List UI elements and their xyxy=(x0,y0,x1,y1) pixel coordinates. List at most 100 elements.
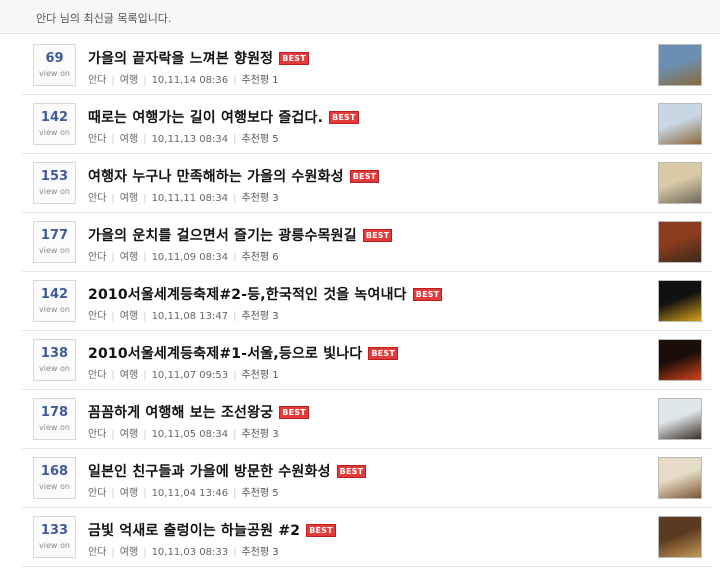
post-title-row: 일본인 친구들과 가을에 방문한 수원화성 BEST xyxy=(88,461,367,481)
view-count: 177 xyxy=(40,228,69,243)
post-date: 10,11,08 13:47 xyxy=(151,311,229,322)
post-meta: 안다 | 여행 | 10,11,03 08:33 | 추천평 3 xyxy=(88,543,279,558)
meta-divider: | xyxy=(143,429,147,440)
list-item[interactable]: 138 view on 2010서울세계등축제#1-서울,등으로 빛나다 BEST… xyxy=(22,331,712,390)
post-category[interactable]: 여행 xyxy=(120,311,138,322)
post-author[interactable]: 안다 xyxy=(88,252,106,263)
post-thumbnail[interactable] xyxy=(658,339,702,381)
view-on-label: view on xyxy=(39,69,70,78)
post-list: 69 view on 가을의 끝자락을 느껴본 향원정 BEST 안다 | 여행 | 10… xyxy=(22,36,712,567)
post-thumbnail[interactable] xyxy=(658,44,702,86)
post-category[interactable]: 여행 xyxy=(120,429,138,440)
post-title-row: 때로는 여행가는 길이 여행보다 즐겁다. BEST xyxy=(88,107,359,127)
list-item[interactable]: 153 view on 여행자 누구나 만족해하는 가을의 수원화성 BEST 안… xyxy=(22,154,712,213)
post-thumbnail[interactable] xyxy=(658,457,702,499)
recommend-label: 추천평 xyxy=(241,252,270,263)
post-thumbnail[interactable] xyxy=(658,516,702,558)
list-item[interactable]: 133 view on 금빛 억새로 출렁이는 하늘공원 #2 BEST 안다 | 여… xyxy=(22,508,712,567)
best-badge: BEST xyxy=(336,465,367,478)
list-item[interactable]: 142 view on 때로는 여행가는 길이 여행보다 즐겁다. BEST 안다… xyxy=(22,95,712,154)
post-title-link[interactable]: 때로는 여행가는 길이 여행보다 즐겁다. xyxy=(88,110,323,126)
post-category[interactable]: 여행 xyxy=(120,370,138,381)
post-thumbnail[interactable] xyxy=(658,280,702,322)
post-title-link[interactable]: 일본인 친구들과 가을에 방문한 수원화성 xyxy=(88,464,331,480)
meta-divider: | xyxy=(233,75,237,86)
view-count: 142 xyxy=(40,287,69,302)
post-author[interactable]: 안다 xyxy=(88,134,106,145)
list-item[interactable]: 177 view on 가을의 운치를 걸으면서 즐기는 광릉수목원길 BEST … xyxy=(22,213,712,272)
view-count-box: 142 view on xyxy=(33,280,76,322)
post-date: 10,11,03 08:33 xyxy=(151,547,229,558)
list-item[interactable]: 142 view on 2010서울세계등축제#2-등,한국적인 것을 녹여내다… xyxy=(22,272,712,331)
post-meta: 안다 | 여행 | 10,11,09 08:34 | 추천평 6 xyxy=(88,248,279,263)
recommend-count: 1 xyxy=(272,370,279,381)
recommend-label: 추천평 xyxy=(241,75,270,86)
meta-divider: | xyxy=(143,370,147,381)
meta-divider: | xyxy=(111,134,115,145)
post-category[interactable]: 여행 xyxy=(120,252,138,263)
post-category[interactable]: 여행 xyxy=(120,547,138,558)
post-meta: 안다 | 여행 | 10,11,08 13:47 | 추천평 3 xyxy=(88,307,279,322)
post-meta: 안다 | 여행 | 10,11,07 09:53 | 추천평 1 xyxy=(88,366,279,381)
view-count: 69 xyxy=(45,51,64,66)
post-author[interactable]: 안다 xyxy=(88,547,106,558)
post-meta: 안다 | 여행 | 10,11,04 13:46 | 추천평 5 xyxy=(88,484,279,499)
post-thumbnail[interactable] xyxy=(658,103,702,145)
post-author[interactable]: 안다 xyxy=(88,488,106,499)
post-title-link[interactable]: 여행자 누구나 만족해하는 가을의 수원화성 xyxy=(88,169,344,185)
post-category[interactable]: 여행 xyxy=(120,75,138,86)
post-date: 10,11,05 08:34 xyxy=(151,429,229,440)
view-on-label: view on xyxy=(39,128,70,137)
post-author[interactable]: 안다 xyxy=(88,370,106,381)
post-author[interactable]: 안다 xyxy=(88,193,106,204)
recommend-count: 5 xyxy=(272,134,279,145)
post-category[interactable]: 여행 xyxy=(120,193,138,204)
post-date: 10,11,07 09:53 xyxy=(151,370,229,381)
view-count-box: 142 view on xyxy=(33,103,76,145)
post-author[interactable]: 안다 xyxy=(88,75,106,86)
meta-divider: | xyxy=(143,134,147,145)
post-category[interactable]: 여행 xyxy=(120,488,138,499)
post-category[interactable]: 여행 xyxy=(120,134,138,145)
view-count: 153 xyxy=(40,169,69,184)
post-title-link[interactable]: 가을의 운치를 걸으면서 즐기는 광릉수목원길 xyxy=(88,228,357,244)
meta-divider: | xyxy=(233,429,237,440)
view-on-label: view on xyxy=(39,541,70,550)
post-author[interactable]: 안다 xyxy=(88,429,106,440)
view-on-label: view on xyxy=(39,364,70,373)
meta-divider: | xyxy=(111,252,115,263)
post-title-row: 여행자 누구나 만족해하는 가을의 수원화성 BEST xyxy=(88,166,380,186)
post-title-link[interactable]: 꼼꼼하게 여행해 보는 조선왕궁 xyxy=(88,405,273,421)
meta-divider: | xyxy=(143,547,147,558)
list-item[interactable]: 168 view on 일본인 친구들과 가을에 방문한 수원화성 BEST 안다… xyxy=(22,449,712,508)
post-title-link[interactable]: 가을의 끝자락을 느껴본 향원정 xyxy=(88,51,273,67)
view-count-box: 178 view on xyxy=(33,398,76,440)
recommend-label: 추천평 xyxy=(241,370,270,381)
meta-divider: | xyxy=(233,488,237,499)
view-on-label: view on xyxy=(39,187,70,196)
post-thumbnail[interactable] xyxy=(658,162,702,204)
post-title-link[interactable]: 2010서울세계등축제#1-서울,등으로 빛나다 xyxy=(88,346,362,362)
list-item[interactable]: 178 view on 꼼꼼하게 여행해 보는 조선왕궁 BEST 안다 | 여행 | 1… xyxy=(22,390,712,449)
meta-divider: | xyxy=(143,252,147,263)
recommend-label: 추천평 xyxy=(241,429,270,440)
recommend-count: 5 xyxy=(272,488,279,499)
post-title-link[interactable]: 2010서울세계등축제#2-등,한국적인 것을 녹여내다 xyxy=(88,287,407,303)
post-title-row: 가을의 끝자락을 느껴본 향원정 BEST xyxy=(88,48,309,68)
post-title-row: 꼼꼼하게 여행해 보는 조선왕궁 BEST xyxy=(88,402,309,422)
post-date: 10,11,14 08:36 xyxy=(151,75,229,86)
meta-divider: | xyxy=(233,134,237,145)
recommend-label: 추천평 xyxy=(241,488,270,499)
post-author[interactable]: 안다 xyxy=(88,311,106,322)
recommend-count: 3 xyxy=(272,193,279,204)
list-item[interactable]: 69 view on 가을의 끝자락을 느껴본 향원정 BEST 안다 | 여행 | 10… xyxy=(22,36,712,95)
meta-divider: | xyxy=(111,547,115,558)
recommend-count: 1 xyxy=(272,75,279,86)
view-count: 138 xyxy=(40,346,69,361)
best-badge: BEST xyxy=(279,406,309,419)
post-title-link[interactable]: 금빛 억새로 출렁이는 하늘공원 #2 xyxy=(88,523,300,539)
post-thumbnail[interactable] xyxy=(658,221,702,263)
post-thumbnail[interactable] xyxy=(658,398,702,440)
list-header: 안다 님의 최신글 목록입니다. xyxy=(0,0,720,34)
meta-divider: | xyxy=(233,311,237,322)
